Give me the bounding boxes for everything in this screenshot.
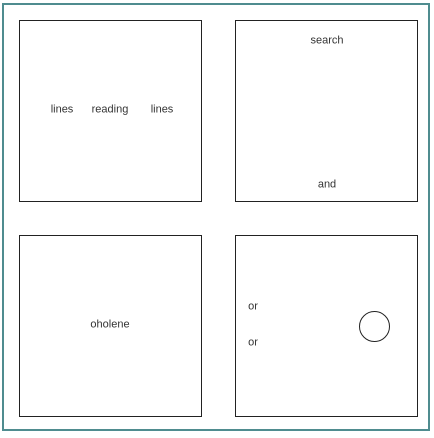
panel-2-label-top: search — [310, 34, 344, 47]
panel-4-label-bottom: or — [248, 336, 258, 349]
panel-2-label-bottom: and — [317, 178, 337, 191]
panel-4-label-top: or — [248, 300, 258, 313]
panel-bottom-right — [235, 235, 418, 417]
panel-1-label-left: lines — [50, 103, 74, 116]
panel-1-label-right: lines — [150, 103, 174, 116]
panel-1-label-center: reading — [91, 103, 129, 116]
panel-3-label: oholene — [90, 318, 130, 331]
circle-shape — [359, 311, 390, 342]
panel-top-right — [235, 20, 418, 202]
